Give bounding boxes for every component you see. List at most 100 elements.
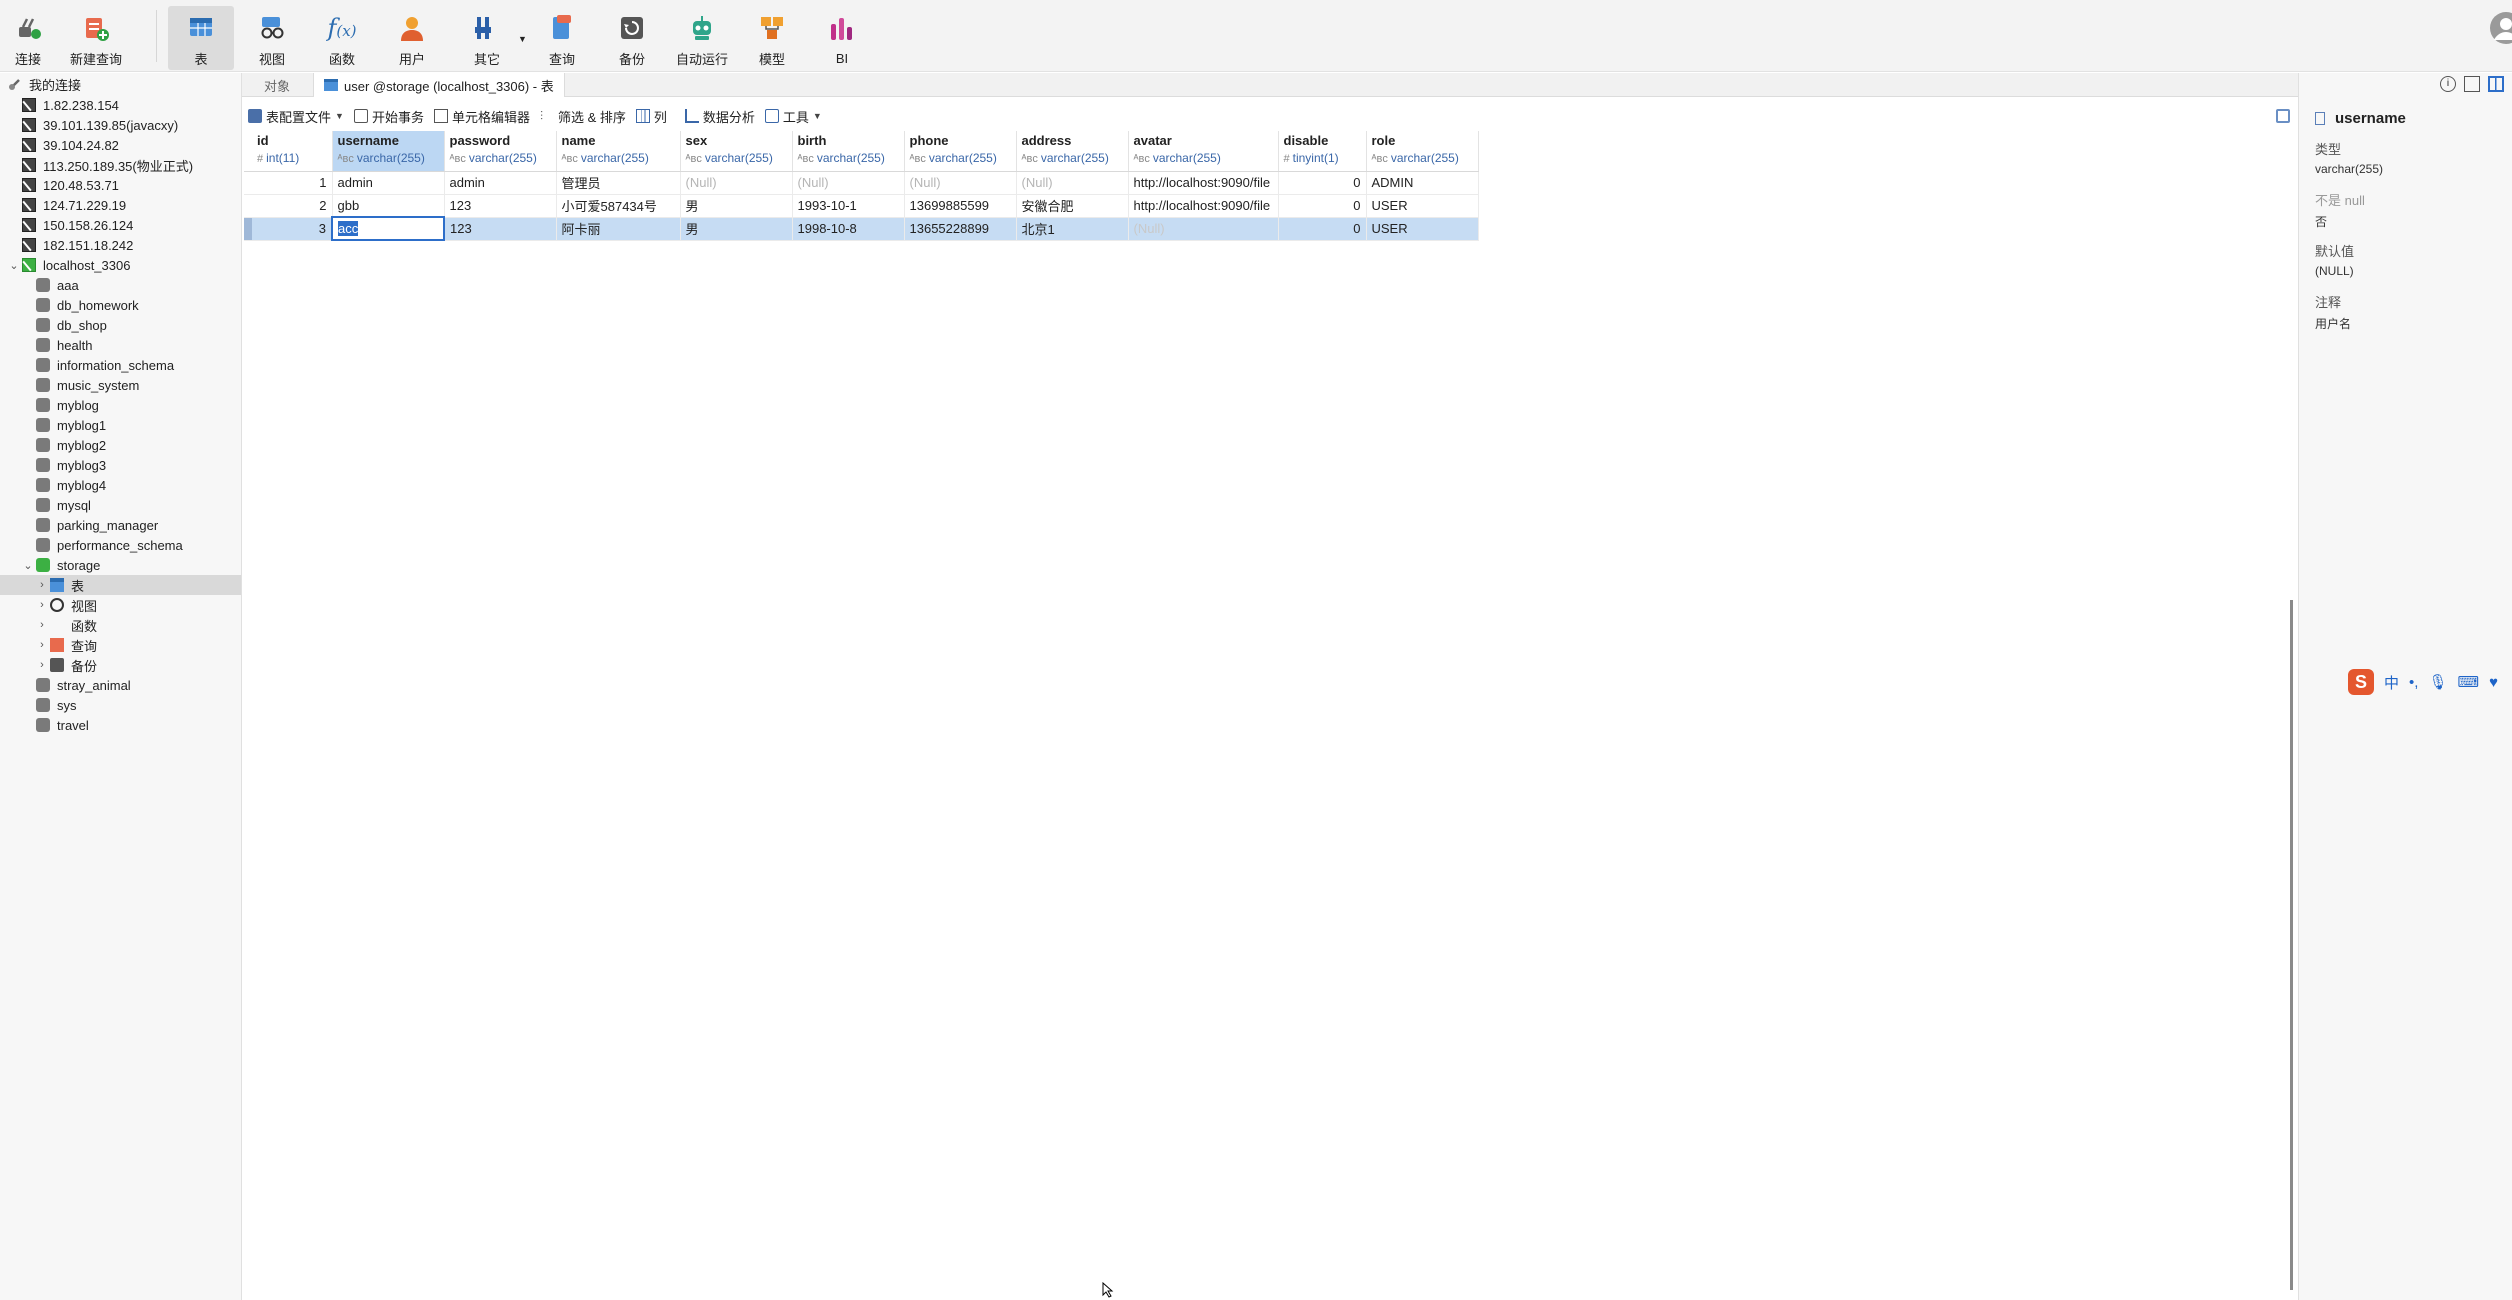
keyboard-icon[interactable]: ⌨ (2457, 673, 2479, 691)
cell-disable[interactable]: 0 (1278, 194, 1367, 218)
tools-menu-button[interactable]: 工具 ▼ (764, 107, 822, 126)
chevron-right-icon[interactable]: › (36, 659, 48, 671)
cell-username[interactable]: gbb (332, 194, 445, 218)
account-avatar-icon[interactable] (2486, 10, 2512, 46)
row-selector[interactable] (244, 217, 252, 241)
column-header-sex[interactable]: sex ᴬʙc varchar(255) (680, 131, 793, 172)
connect-button[interactable]: 连接 (8, 8, 48, 68)
sidebar-storage-table[interactable]: › 表 (0, 575, 241, 595)
row-selector[interactable] (244, 194, 252, 218)
begin-transaction-button[interactable]: 开始事务 (353, 107, 424, 126)
chevron-right-icon[interactable]: › (36, 599, 48, 611)
sidebar-database[interactable]: sys (0, 695, 241, 715)
cell-disable[interactable]: 0 (1278, 217, 1367, 241)
columns-button[interactable]: 列 (635, 107, 667, 126)
sidebar-database[interactable]: parking_manager (0, 515, 241, 535)
sidebar-database[interactable]: performance_schema (0, 535, 241, 555)
chevron-down-icon[interactable]: ⌄ (8, 259, 20, 272)
tab-user-table[interactable]: user @storage (localhost_3306) - 表 (313, 73, 565, 97)
data-analysis-button[interactable]: 数据分析 (684, 107, 755, 126)
filter-sort-button[interactable]: ⫶ 筛选 & 排序 (540, 107, 626, 126)
ime-toolbar[interactable]: S 中 •, 🎙 ⌨ ♥ (2348, 667, 2512, 697)
cell-birth[interactable]: 1998-10-8 (792, 217, 905, 241)
sidebar-database[interactable]: myblog (0, 395, 241, 415)
grid-view-icon[interactable] (2488, 76, 2504, 92)
cell-id[interactable]: 2 (252, 194, 333, 218)
column-header-name[interactable]: name ᴬʙc varchar(255) (556, 131, 681, 172)
cell-role[interactable]: USER (1366, 217, 1479, 241)
cell-sex[interactable]: 男 (680, 194, 793, 218)
row-selector[interactable] (244, 171, 252, 195)
fullscreen-icon[interactable] (2276, 109, 2290, 123)
cell-password[interactable]: 123 (444, 217, 557, 241)
cell-phone[interactable]: 13655228899 (904, 217, 1017, 241)
column-header-avatar[interactable]: avatar ᴬʙc varchar(255) (1128, 131, 1279, 172)
function-button[interactable]: f(x) 函数 (322, 8, 362, 68)
cell-avatar[interactable]: (Null) (1128, 217, 1279, 241)
column-header-disable[interactable]: disable # tinyint(1) (1278, 131, 1367, 172)
sidebar-connection[interactable]: 1.82.238.154 (0, 95, 241, 115)
cell-sex[interactable]: 男 (680, 217, 793, 241)
cell-avatar[interactable]: http://localhost:9090/file (1128, 194, 1279, 218)
user-button[interactable]: 用户 (392, 8, 432, 68)
ddl-icon[interactable] (2464, 76, 2480, 92)
sidebar-database[interactable]: db_homework (0, 295, 241, 315)
sidebar-database[interactable]: stray_animal (0, 675, 241, 695)
tab-objects[interactable]: 对象 (254, 73, 300, 97)
column-header-role[interactable]: role ᴬʙc varchar(255) (1366, 131, 1479, 172)
sidebar-database[interactable]: health (0, 335, 241, 355)
punctuation-icon[interactable]: •, (2409, 674, 2418, 691)
other-button[interactable]: 其它 ▼ (462, 8, 527, 68)
ime-chinese-mode[interactable]: 中 (2384, 672, 2399, 693)
chevron-down-icon[interactable]: ⌄ (22, 559, 34, 572)
cell-editor-button[interactable]: 单元格编辑器 (433, 107, 530, 126)
sidebar-connection[interactable]: 39.104.24.82 (0, 135, 241, 155)
sidebar-database[interactable]: myblog1 (0, 415, 241, 435)
sidebar-database[interactable]: myblog4 (0, 475, 241, 495)
backup-button[interactable]: 备份 (612, 8, 652, 68)
column-header-id[interactable]: id # int(11) (252, 131, 333, 172)
sidebar-database[interactable]: db_shop (0, 315, 241, 335)
cell-name[interactable]: 小可爱587434号 (556, 194, 681, 218)
bi-button[interactable]: BI (822, 8, 862, 68)
cell-username[interactable]: acc (331, 216, 445, 241)
cell-birth[interactable]: (Null) (792, 171, 905, 195)
table-row[interactable]: 2 gbb 123 小可爱587434号男 1993-10-1 13699885599 安徽… (244, 194, 1479, 218)
sidebar-storage-backup[interactable]: › 备份 (0, 655, 241, 675)
column-header-username[interactable]: username ᴬʙc varchar(255) (332, 131, 445, 172)
cell-username[interactable]: admin (332, 171, 445, 195)
cell-id[interactable]: 3 (252, 217, 333, 241)
cell-password[interactable]: admin (444, 171, 557, 195)
cell-phone[interactable]: (Null) (904, 171, 1017, 195)
sidebar-storage-view[interactable]: › 视图 (0, 595, 241, 615)
sidebar-connection[interactable]: 113.250.189.35(物业正式) (0, 155, 241, 175)
cell-sex[interactable]: (Null) (680, 171, 793, 195)
microphone-icon[interactable]: 🎙 (2428, 673, 2447, 691)
other-dropdown-caret[interactable]: ▼ (518, 34, 527, 44)
cell-avatar[interactable]: http://localhost:9090/file (1128, 171, 1279, 195)
table-row[interactable]: 3 acc 123 阿卡丽男 1998-10-8 13655228899 北京1 (Null)… (244, 216, 1479, 241)
column-header-phone[interactable]: phone ᴬʙc varchar(255) (904, 131, 1017, 172)
cell-phone[interactable]: 13699885599 (904, 194, 1017, 218)
sidebar-storage-function[interactable]: › 函数 (0, 615, 241, 635)
cell-address[interactable]: 安徽合肥 (1016, 194, 1129, 218)
sidebar-database[interactable]: myblog3 (0, 455, 241, 475)
cell-birth[interactable]: 1993-10-1 (792, 194, 905, 218)
chevron-right-icon[interactable]: › (36, 639, 48, 651)
sidebar-database[interactable]: mysql (0, 495, 241, 515)
sidebar-storage-query[interactable]: › 查询 (0, 635, 241, 655)
cell-role[interactable]: USER (1366, 194, 1479, 218)
skin-icon[interactable]: ♥ (2489, 674, 2498, 691)
my-connections-header[interactable]: 我的连接 (0, 73, 241, 95)
sidebar-database-storage[interactable]: ⌄ storage (0, 555, 241, 575)
sidebar-database[interactable]: music_system (0, 375, 241, 395)
sidebar-connection[interactable]: 150.158.26.124 (0, 215, 241, 235)
cell-role[interactable]: ADMIN (1366, 171, 1479, 195)
table-button[interactable]: 表 (168, 6, 234, 70)
sidebar-database[interactable]: travel (0, 715, 241, 735)
column-header-password[interactable]: password ᴬʙc varchar(255) (444, 131, 557, 172)
model-button[interactable]: 模型 (752, 8, 792, 68)
cell-disable[interactable]: 0 (1278, 171, 1367, 195)
sidebar-connection[interactable]: 124.71.229.19 (0, 195, 241, 215)
cell-name[interactable]: 阿卡丽 (556, 217, 681, 241)
